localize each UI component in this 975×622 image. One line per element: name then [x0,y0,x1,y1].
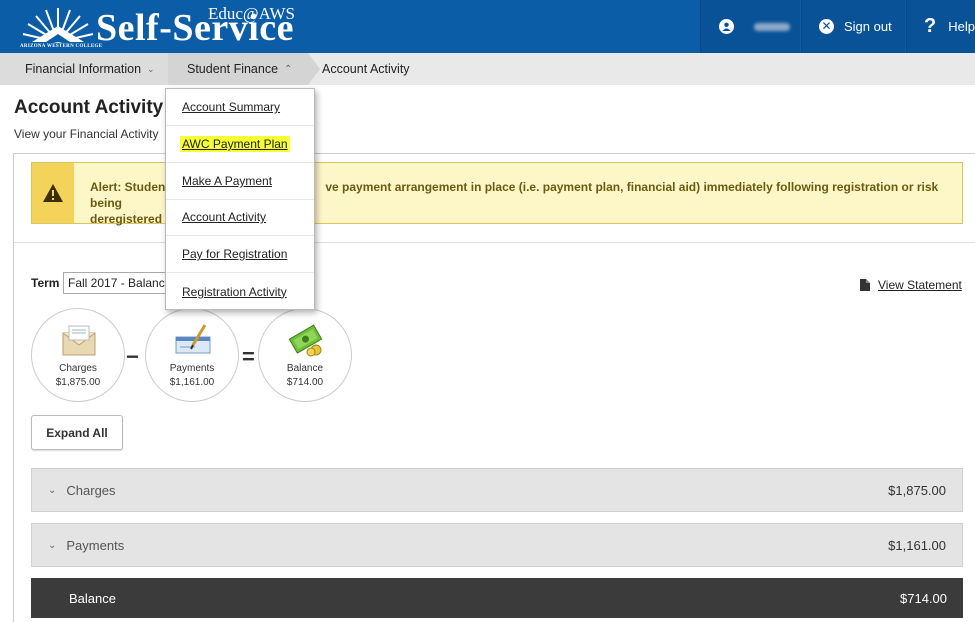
equals-operator: = [242,344,255,369]
balance-summary-circle: Balance $714.00 [258,308,352,402]
page-title: Account Activity [14,97,164,118]
logo-superscript: Educ@AWS [208,4,296,23]
help-button[interactable]: ? Help [906,0,975,53]
question-mark-icon: ? [924,15,937,37]
payments-amount: $1,161.00 [888,537,946,553]
close-circle-icon: ✕ [819,19,834,34]
sign-out-button[interactable]: ✕ Sign out [801,0,905,53]
charges-section-toggle[interactable]: ⌄ Charges $1,875.00 [31,468,963,512]
charges-summary-circle: Charges $1,875.00 [31,308,125,402]
chevron-down-icon: ⌄ [48,484,57,496]
term-select[interactable]: Fall 2017 - Balance [63,272,173,294]
user-icon [719,19,734,34]
term-label: Term [31,276,60,290]
chevron-down-icon: ⌄ [48,539,57,551]
menu-item-awc-payment-plan[interactable]: AWC Payment Plan [166,126,314,163]
user-menu-button[interactable] [700,0,800,53]
envelope-icon [62,325,96,356]
expand-all-button[interactable]: Expand All [31,415,123,450]
warning-icon [32,163,74,223]
money-icon [288,324,323,357]
minus-operator: − [126,344,139,369]
menu-item-account-activity[interactable]: Account Activity [166,199,314,236]
balance-bar: Balance $714.00 [31,578,963,618]
chevron-up-icon: ⌃ [284,63,293,75]
balance-amount: $714.00 [900,590,947,606]
breadcrumb-student-finance[interactable]: Student Finance ⌃ [168,53,308,85]
menu-item-account-summary[interactable]: Account Summary [166,89,314,126]
sunburst-logo-icon [22,8,94,43]
sign-out-label: Sign out [844,19,892,34]
chevron-down-icon: ⌄ [147,63,155,74]
payments-section-toggle[interactable]: ⌄ Payments $1,161.00 [31,523,963,567]
breadcrumb-financial-information[interactable]: Financial Information ⌄ [0,53,168,85]
breadcrumb-account-activity: Account Activity [322,62,410,76]
document-icon [860,279,870,291]
breadcrumb: Financial Information ⌄ Student Finance … [0,53,975,85]
payments-summary-circle: Payments $1,161.00 [145,308,239,402]
help-label: Help [948,19,975,34]
logo-college-name: ARIZONA WESTERN COLLEGE [20,44,103,49]
student-finance-dropdown: Account Summary AWC Payment Plan Make A … [165,88,315,310]
menu-item-registration-activity[interactable]: Registration Activity [166,273,314,310]
top-header: Self-Service Educ@AWS ARIZONA WESTERN CO… [0,0,975,53]
divider [14,242,975,243]
charges-amount: $1,875.00 [888,482,946,498]
view-statement-link[interactable]: View Statement [860,278,962,292]
blurred-username [754,22,790,31]
menu-item-pay-for-registration[interactable]: Pay for Registration [166,236,314,273]
self-service-logo[interactable]: Self-Service Educ@AWS ARIZONA WESTERN CO… [18,2,318,52]
check-pen-icon [175,324,211,354]
page-subtitle: View your Financial Activity [14,127,159,141]
menu-item-make-a-payment[interactable]: Make A Payment [166,163,314,200]
